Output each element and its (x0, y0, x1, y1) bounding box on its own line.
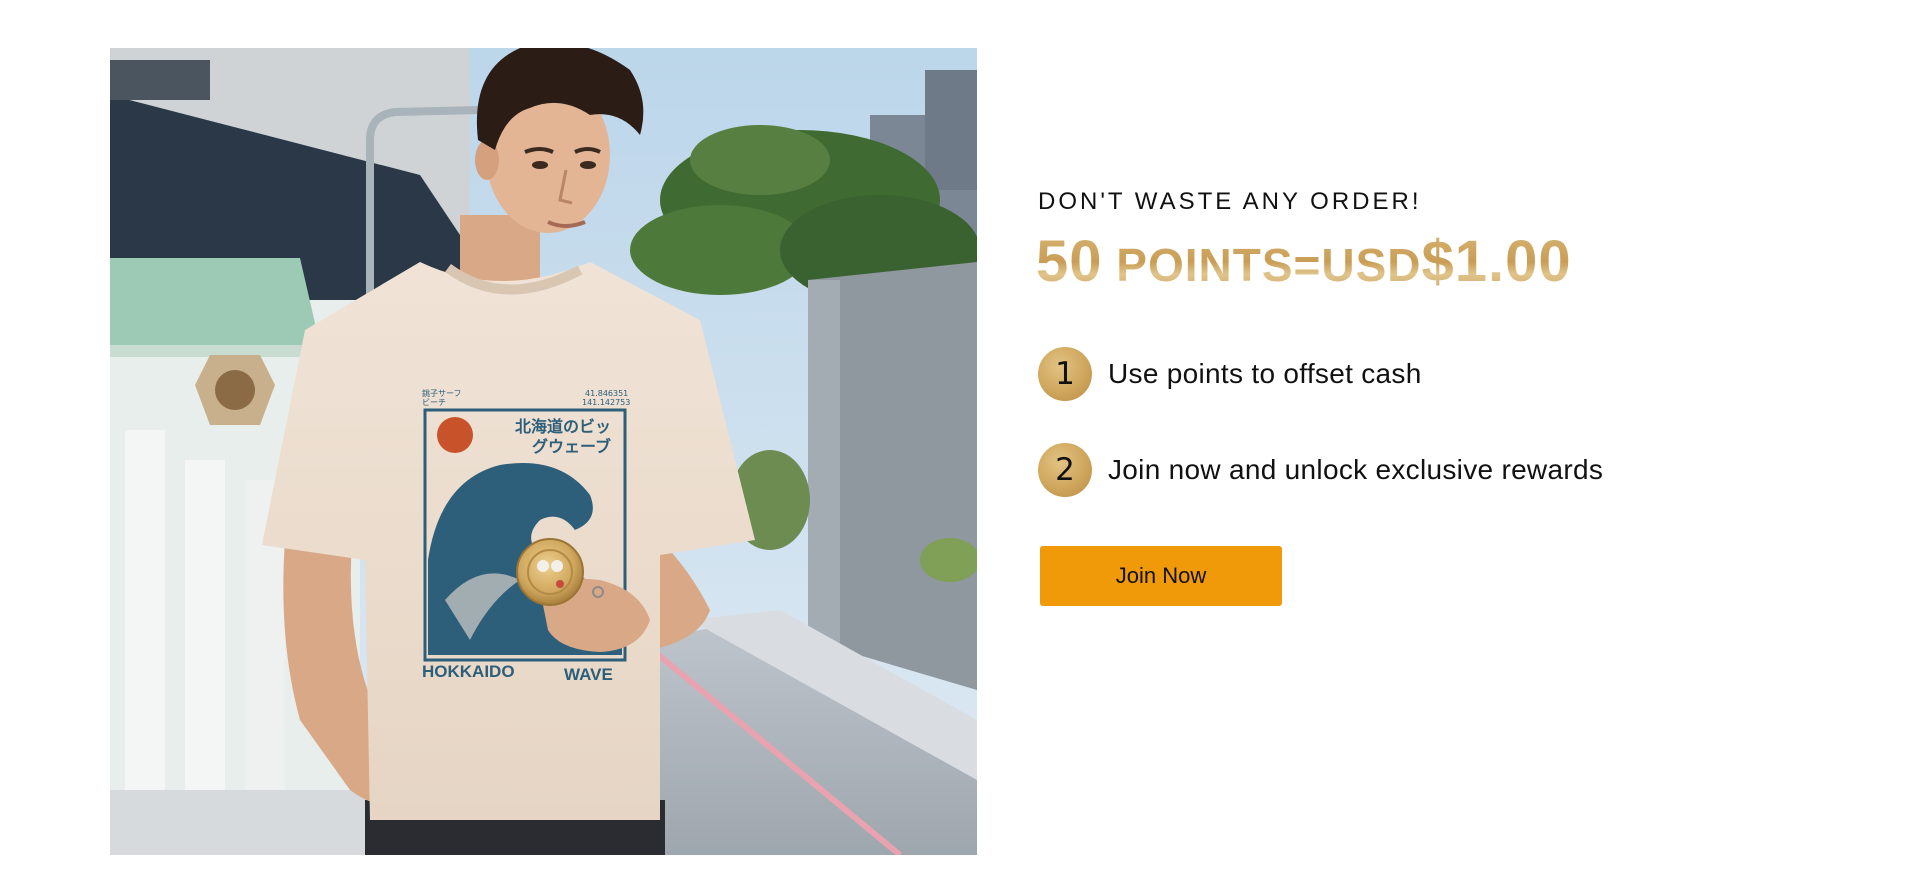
shirt-print-small-text-2: ビーチ (422, 398, 446, 407)
gold-coin-icon (516, 538, 584, 606)
promo-headline: 50 POINTS=USD$1.00 (1036, 226, 1798, 306)
shirt-print-hokkaido: HOKKAIDO (422, 662, 515, 681)
headline-points-usd: POINTS=USD (1102, 239, 1422, 291)
shirt-print-wave: WAVE (564, 665, 613, 684)
step-number-badge: 1 (1038, 347, 1092, 401)
step-text: Join now and unlock exclusive rewards (1108, 454, 1604, 485)
headline-dollar-amount: $1.00 (1421, 229, 1572, 294)
points-promo-panel: DON'T WASTE ANY ORDER! 50 POINTS=USD$1.0… (1038, 186, 1798, 606)
shirt-print-small-text-1: 銚子サーフ (422, 388, 462, 398)
promo-steps-list: 1 Use points to offset cash 2 Join now a… (1038, 346, 1798, 498)
shirt-print-title-line-2: グウェーブ (532, 437, 611, 456)
step-number-badge: 2 (1038, 443, 1092, 497)
hero-image: 銚子サーフ ビーチ 41.846351 141.142753 北海道のビッ グウ… (0, 0, 1000, 880)
promo-eyebrow: DON'T WASTE ANY ORDER! (1038, 188, 1422, 215)
shirt-print-coordinates-2: 141.142753 (582, 398, 630, 407)
step-text: Use points to offset cash (1108, 358, 1422, 389)
headline-points-number: 50 (1036, 229, 1103, 294)
shirt-print-title-line-1: 北海道のビッ (515, 417, 611, 436)
promo-step: 1 Use points to offset cash (1038, 346, 1798, 402)
promo-step: 2 Join now and unlock exclusive rewards (1038, 442, 1798, 498)
shirt-print-coordinates-1: 41.846351 (585, 389, 628, 398)
join-now-button[interactable]: Join Now (1040, 546, 1282, 606)
